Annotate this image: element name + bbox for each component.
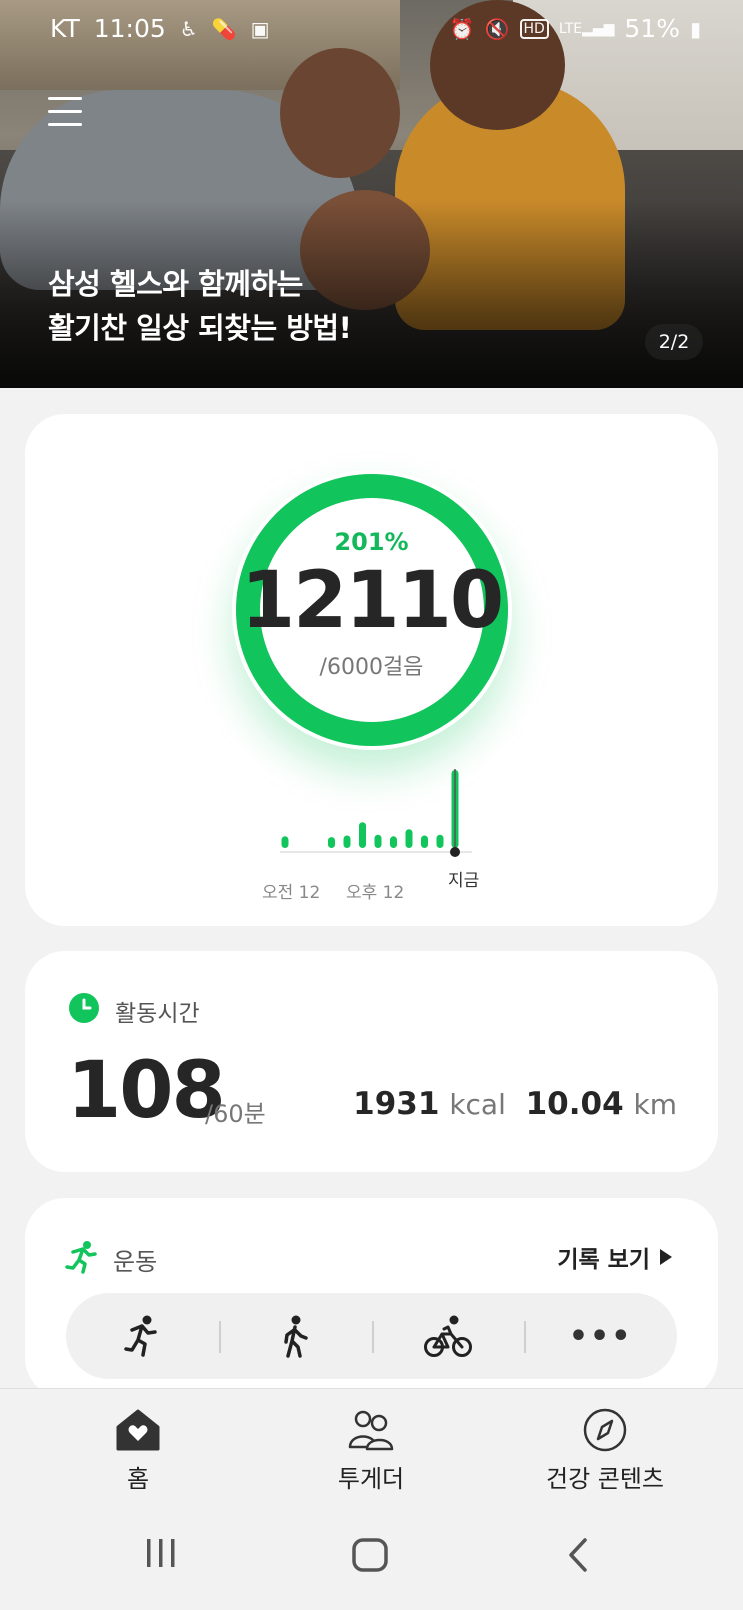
distance-value: 10.04	[525, 1086, 624, 1122]
system-navigation-bar	[0, 1498, 743, 1610]
accessibility-icon: ♿	[179, 16, 198, 41]
carrier-label: KT	[50, 14, 80, 43]
alarm-icon: ⏰	[449, 16, 475, 41]
nav-health-content-label: 건강 콘텐츠	[545, 1465, 665, 1493]
hourly-steps-bar	[281, 836, 289, 848]
cycling-icon	[423, 1315, 472, 1357]
hourly-steps-bar	[390, 836, 397, 848]
running-shortcut[interactable]	[66, 1293, 219, 1379]
nav-health-content[interactable]: 건강 콘텐츠	[505, 1407, 705, 1494]
activity-label: 활동시간	[115, 1001, 200, 1027]
clock-icon	[69, 993, 99, 1023]
exercise-label: 운동	[113, 1248, 158, 1276]
nav-together[interactable]: 투게더	[271, 1407, 471, 1494]
menu-button[interactable]	[48, 97, 82, 129]
mute-icon: 🔇	[484, 16, 510, 41]
lte-signal-icon: LTE▂▄▆	[558, 20, 615, 37]
nav-home[interactable]: 홈	[38, 1407, 238, 1494]
compass-icon	[583, 1408, 627, 1452]
home-heart-icon	[116, 1409, 160, 1451]
play-arrow-icon	[660, 1249, 672, 1265]
hamburger-icon	[48, 110, 82, 113]
status-bar: KT 11:05 ♿ 💊 ▣ ⏰ 🔇 HD LTE▂▄▆ 51% ▮	[0, 0, 743, 58]
battery-level: 51%	[624, 14, 680, 43]
battery-icon: ▮	[689, 16, 701, 41]
activity-goal: /60분	[205, 1100, 266, 1128]
banner-page-indicator: 2/2	[645, 324, 703, 360]
home-button-icon[interactable]	[352, 1538, 388, 1572]
recent-apps-icon[interactable]	[144, 1538, 178, 1568]
steps-percent: 201%	[334, 528, 409, 556]
hourly-steps-bar	[359, 822, 366, 848]
more-icon: •••	[568, 1318, 633, 1354]
hourly-steps-bar	[436, 834, 444, 848]
banner-image-person	[280, 48, 400, 178]
banner[interactable]: KT 11:05 ♿ 💊 ▣ ⏰ 🔇 HD LTE▂▄▆ 51% ▮ 삼성 헬스…	[0, 0, 743, 388]
banner-title-line: 활기찬 일상 되찾는 방법!	[48, 311, 352, 345]
running-icon	[124, 1315, 158, 1357]
calories-value: 1931	[353, 1086, 440, 1122]
back-icon[interactable]	[566, 1538, 590, 1572]
view-history-label: 기록 보기	[557, 1247, 650, 1273]
hourly-steps-bar	[328, 837, 335, 848]
nav-together-label: 투게더	[337, 1465, 405, 1493]
hourly-steps-bar	[421, 835, 428, 848]
exercise-card[interactable]: 운동 기록 보기 •••	[25, 1198, 718, 1398]
activity-stats: 1931 kcal 10.04 km	[353, 1086, 677, 1122]
walking-icon	[284, 1315, 308, 1358]
people-icon	[348, 1410, 394, 1451]
banner-title: 삼성 헬스와 함께하는 활기찬 일상 되찾는 방법!	[48, 262, 352, 350]
running-icon	[65, 1241, 97, 1274]
steps-goal: /6000걸음	[319, 655, 424, 680]
view-history-button[interactable]: 기록 보기	[557, 1240, 672, 1274]
steps-count: 12110	[240, 556, 504, 646]
axis-label-pm: 오후 12	[346, 883, 405, 903]
now-label: 지금	[448, 871, 480, 891]
camera-icon: ▣	[250, 16, 270, 41]
exercise-shortcuts: •••	[66, 1293, 677, 1379]
clock: 11:05	[93, 14, 166, 43]
now-marker-dot	[450, 847, 460, 857]
nav-home-label: 홈	[126, 1465, 150, 1493]
steps-card[interactable]: 201% 12110 /6000걸음 오전 12 오후 12 지금	[25, 414, 718, 926]
hd-icon: HD	[519, 18, 549, 39]
bottom-navigation: 홈 투게더 건강 콘텐츠	[0, 1388, 743, 1498]
hourly-steps-bar	[405, 829, 413, 848]
distance-unit: km	[633, 1088, 678, 1121]
cycling-shortcut[interactable]	[371, 1293, 525, 1379]
activity-minutes: 108	[67, 1046, 226, 1136]
banner-title-line: 삼성 헬스와 함께하는	[48, 267, 303, 301]
hamburger-icon	[48, 123, 82, 126]
hourly-steps-bar	[343, 835, 351, 848]
activity-card[interactable]: 활동시간 108 /60분 1931 kcal 10.04 km	[25, 951, 718, 1172]
hourly-steps-bar	[374, 834, 382, 848]
pill-icon: 💊	[211, 16, 237, 41]
more-shortcut[interactable]: •••	[524, 1293, 677, 1379]
hamburger-icon	[48, 97, 82, 100]
walking-shortcut[interactable]	[218, 1293, 372, 1379]
axis-label-am: 오전 12	[262, 883, 321, 903]
calories-unit: kcal	[449, 1088, 506, 1121]
